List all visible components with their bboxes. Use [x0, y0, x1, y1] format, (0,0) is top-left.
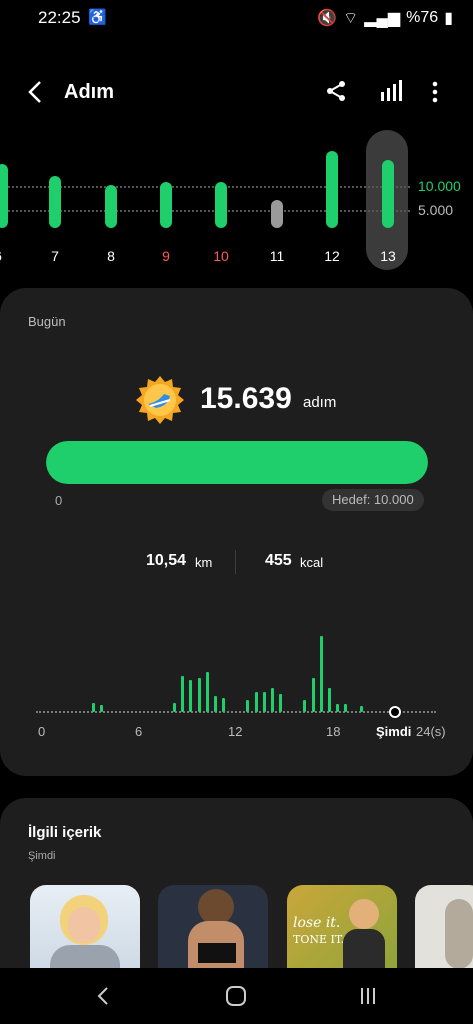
day-bar-7[interactable]: [49, 176, 61, 228]
battery-text: %76: [406, 9, 439, 26]
page-title: Adım: [64, 81, 114, 103]
share-icon[interactable]: [324, 79, 348, 103]
distance-calories-row: 10,54 km 455 kcal: [0, 550, 473, 580]
signal-icon: ▂▄▆: [364, 10, 401, 27]
status-time: 22:25: [38, 8, 81, 27]
hour-bar: [312, 678, 315, 712]
day-label-8: 8: [107, 248, 115, 264]
weekly-steps-chart: 10.000 5.000 6 7 8 9 10 11 12 13: [0, 130, 473, 280]
distance-unit: km: [195, 555, 213, 570]
hour-bar: [263, 692, 266, 712]
hour-bar: [173, 703, 176, 712]
hour-bar: [279, 694, 282, 712]
battery-icon: ▮: [444, 10, 453, 27]
hour-bar: [328, 688, 331, 712]
today-card: Bugün 15.639 adım 0 Hedef: 10.000 10,54 …: [0, 288, 473, 776]
day-label-7: 7: [51, 248, 59, 264]
hour-label-24: 24(s): [416, 724, 446, 739]
goal-low-label: 5.000: [418, 202, 454, 218]
hour-bar: [360, 706, 363, 712]
today-label: Bugün: [28, 314, 66, 329]
calories-unit: kcal: [300, 555, 324, 570]
day-label-11: 11: [269, 248, 285, 264]
hour-bar: [100, 705, 103, 712]
day-bar-10[interactable]: [215, 182, 227, 228]
hour-bar: [189, 680, 192, 712]
goal-medal-icon: [136, 376, 184, 424]
related-title: İlgili içerik: [28, 824, 102, 841]
goal-line-high: [0, 186, 410, 188]
current-time-marker: [389, 706, 401, 718]
steps-progress-fill: [46, 441, 428, 484]
day-label-13: 13: [380, 248, 396, 264]
stats-divider: [235, 550, 236, 574]
hour-bar: [92, 703, 95, 712]
hour-bar-peak: [320, 636, 323, 712]
hour-label-18: 18: [326, 724, 341, 739]
thumbnail-logo-text: lose it. TONE IT.: [293, 915, 345, 946]
hour-label-now: Şimdi: [376, 724, 412, 739]
day-label-10: 10: [213, 248, 229, 264]
hour-bar: [336, 704, 339, 712]
chart-icon[interactable]: [380, 80, 402, 102]
hour-bar: [271, 688, 274, 712]
hour-bar: [206, 672, 209, 712]
system-navigation-bar: [0, 968, 473, 1024]
more-options-icon[interactable]: [430, 80, 440, 104]
distance-value: 10,54: [146, 552, 187, 569]
hour-label-12: 12: [228, 724, 243, 739]
day-label-9: 9: [162, 248, 170, 264]
steps-unit: adım: [303, 394, 337, 411]
hour-bar: [344, 704, 347, 712]
hour-bar: [198, 678, 201, 712]
app-header: Adım: [0, 64, 473, 120]
nav-back-icon[interactable]: [96, 986, 110, 1006]
day-bar-13[interactable]: [382, 160, 394, 228]
steps-summary: 15.639 adım: [0, 374, 473, 424]
hourly-steps-chart[interactable]: 0 6 12 18 Şimdi 24(s): [0, 618, 473, 748]
hour-bar: [222, 698, 225, 712]
mute-icon: 🔇: [317, 10, 338, 27]
steps-count: 15.639: [200, 382, 292, 415]
hour-bar: [303, 700, 306, 712]
day-bar-11[interactable]: [271, 200, 283, 228]
day-label-6: 6: [0, 248, 13, 264]
hour-label-6: 6: [135, 724, 143, 739]
hourly-baseline: [36, 711, 436, 713]
steps-progress-bar: [46, 441, 428, 484]
day-bar-8[interactable]: [105, 185, 117, 228]
hour-bar: [181, 676, 184, 712]
goal-badge: Hedef: 10.000: [322, 489, 424, 511]
day-bar-6[interactable]: [0, 164, 8, 228]
goal-high-label: 10.000: [418, 178, 461, 194]
related-subtitle: Şimdi: [28, 850, 56, 862]
day-bar-9[interactable]: [160, 182, 172, 228]
day-label-12: 12: [324, 248, 340, 264]
wifi-icon: ⌔: [343, 10, 359, 27]
goal-line-low: [0, 210, 410, 212]
hour-label-0: 0: [38, 724, 46, 739]
hour-bar: [214, 696, 217, 712]
hour-bar: [246, 700, 249, 712]
back-arrow-icon[interactable]: [26, 80, 44, 104]
status-bar: 22:25 ♿ 🔇 ⌔ ▂▄▆ %76 ▮: [0, 0, 473, 36]
hour-bar: [255, 692, 258, 712]
status-icons: 🔇 ⌔ ▂▄▆ %76 ▮: [317, 8, 453, 28]
progress-start-label: 0: [55, 493, 63, 508]
nav-home-icon[interactable]: [225, 985, 247, 1007]
nav-recents-icon[interactable]: [358, 986, 378, 1006]
accessibility-icon: ♿: [88, 9, 107, 26]
day-bar-12[interactable]: [326, 151, 338, 228]
calories-value: 455: [265, 552, 292, 569]
